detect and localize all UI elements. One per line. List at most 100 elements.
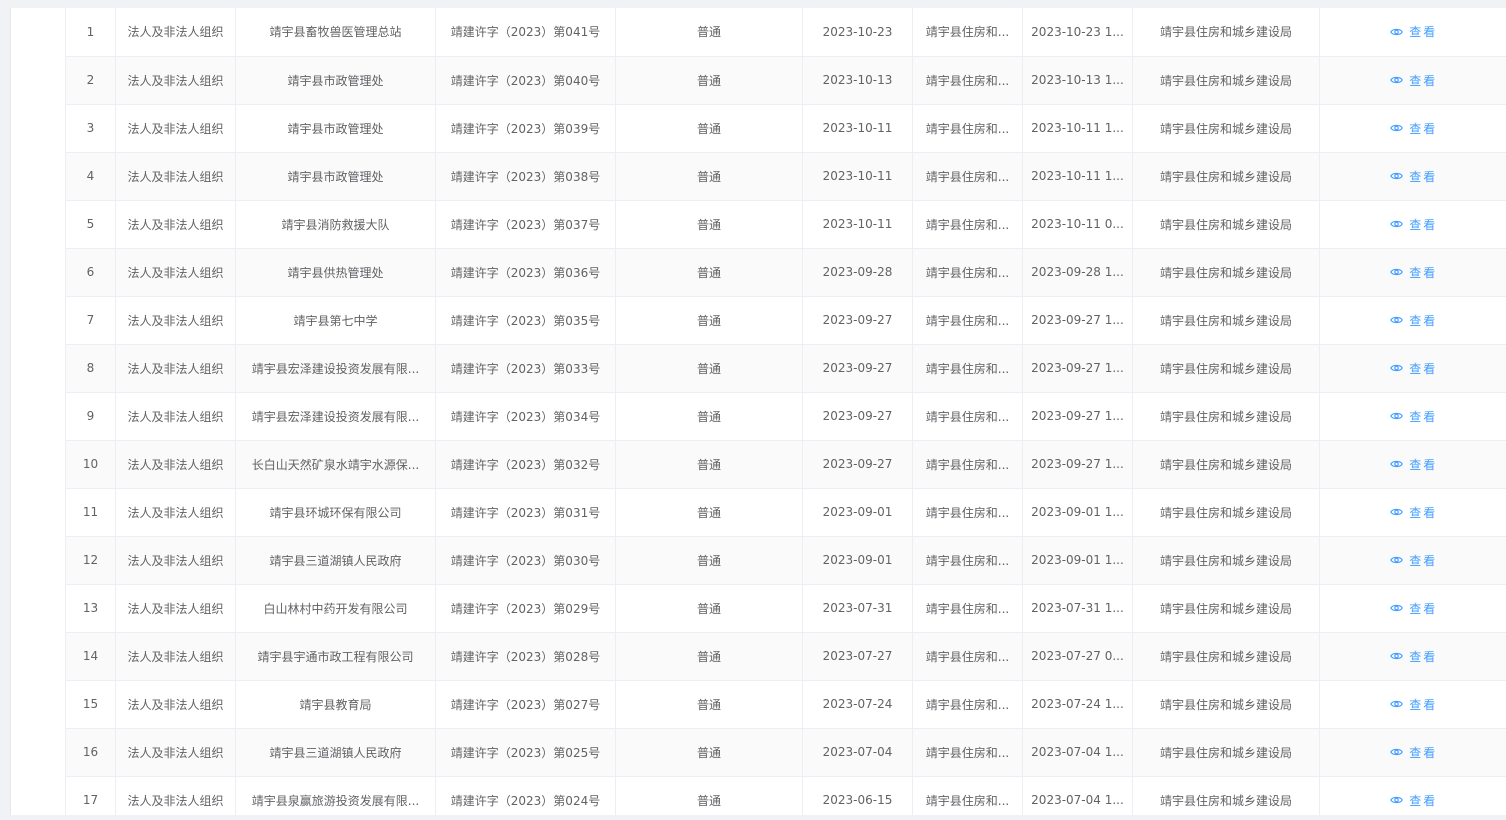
department: 靖宇县住房和城乡建设局: [1132, 296, 1320, 345]
permit-number: 靖建许字（2023）第030号: [435, 536, 616, 585]
issuing-org: 靖宇县住房和...: [912, 392, 1023, 441]
update-time: 2023-10-11 1...: [1022, 152, 1133, 201]
eye-icon: [1390, 219, 1404, 229]
department: 靖宇县住房和城乡建设局: [1132, 8, 1320, 57]
view-button[interactable]: 查看: [1390, 168, 1437, 185]
view-button[interactable]: 查看: [1390, 600, 1437, 617]
table-row: 14 法人及非法人组织 靖宇县宇通市政工程有限公司 靖建许字（2023）第028…: [65, 632, 1506, 681]
view-button[interactable]: 查看: [1390, 408, 1437, 425]
view-button[interactable]: 查看: [1390, 216, 1437, 233]
table-row: 12 法人及非法人组织 靖宇县三道湖镇人民政府 靖建许字（2023）第030号 …: [65, 536, 1506, 585]
eye-icon: [1390, 267, 1404, 277]
view-button[interactable]: 查看: [1390, 456, 1437, 473]
decision-date: 2023-09-01: [802, 488, 913, 537]
table-row: 4 法人及非法人组织 靖宇县市政管理处 靖建许字（2023）第038号 普通 2…: [65, 152, 1506, 201]
permit-category: 普通: [615, 56, 803, 105]
view-button[interactable]: 查看: [1390, 552, 1437, 569]
view-button[interactable]: 查看: [1390, 696, 1437, 713]
decision-date: 2023-09-27: [802, 440, 913, 489]
department: 靖宇县住房和城乡建设局: [1132, 584, 1320, 633]
update-time: 2023-07-27 0...: [1022, 632, 1133, 681]
view-button[interactable]: 查看: [1390, 312, 1437, 329]
permit-category: 普通: [615, 392, 803, 441]
row-number: 11: [65, 488, 116, 537]
decision-date: 2023-06-15: [802, 776, 913, 815]
view-label: 查看: [1409, 217, 1438, 232]
issuing-org: 靖宇县住房和...: [912, 8, 1023, 57]
table-row: 15 法人及非法人组织 靖宇县教育局 靖建许字（2023）第027号 普通 20…: [65, 680, 1506, 729]
decision-date: 2023-10-23: [802, 8, 913, 57]
applicant-type: 法人及非法人组织: [115, 536, 236, 585]
row-number: 13: [65, 584, 116, 633]
permit-category: 普通: [615, 488, 803, 537]
permit-number: 靖建许字（2023）第024号: [435, 776, 616, 815]
update-time: 2023-07-24 1...: [1022, 680, 1133, 729]
action-cell: 查看: [1319, 248, 1506, 297]
applicant-type: 法人及非法人组织: [115, 488, 236, 537]
issuing-org: 靖宇县住房和...: [912, 776, 1023, 815]
row-number: 3: [65, 104, 116, 153]
row-number: 7: [65, 296, 116, 345]
decision-date: 2023-10-11: [802, 104, 913, 153]
applicant-name: 靖宇县畜牧兽医管理总站: [235, 8, 436, 57]
applicant-type: 法人及非法人组织: [115, 584, 236, 633]
applicant-name: 靖宇县教育局: [235, 680, 436, 729]
update-time: 2023-10-11 1...: [1022, 104, 1133, 153]
issuing-org: 靖宇县住房和...: [912, 584, 1023, 633]
decision-date: 2023-09-27: [802, 296, 913, 345]
view-button[interactable]: 查看: [1390, 504, 1437, 521]
action-cell: 查看: [1319, 152, 1506, 201]
records-table: 1 法人及非法人组织 靖宇县畜牧兽医管理总站 靖建许字（2023）第041号 普…: [65, 8, 1506, 815]
update-time: 2023-07-04 1...: [1022, 728, 1133, 777]
view-label: 查看: [1409, 169, 1438, 184]
department: 靖宇县住房和城乡建设局: [1132, 680, 1320, 729]
applicant-type: 法人及非法人组织: [115, 440, 236, 489]
applicant-name: 靖宇县市政管理处: [235, 104, 436, 153]
view-label: 查看: [1409, 265, 1438, 280]
permit-number: 靖建许字（2023）第028号: [435, 632, 616, 681]
applicant-type: 法人及非法人组织: [115, 392, 236, 441]
view-button[interactable]: 查看: [1390, 648, 1437, 665]
applicant-type: 法人及非法人组织: [115, 8, 236, 57]
eye-icon: [1390, 795, 1404, 805]
table-row: 6 法人及非法人组织 靖宇县供热管理处 靖建许字（2023）第036号 普通 2…: [65, 248, 1506, 297]
action-cell: 查看: [1319, 728, 1506, 777]
view-label: 查看: [1409, 505, 1438, 520]
view-label: 查看: [1409, 793, 1438, 808]
view-label: 查看: [1409, 553, 1438, 568]
applicant-name: 靖宇县泉赢旅游投资发展有限...: [235, 776, 436, 815]
action-cell: 查看: [1319, 776, 1506, 815]
view-button[interactable]: 查看: [1390, 72, 1437, 89]
eye-icon: [1390, 411, 1404, 421]
permit-number: 靖建许字（2023）第033号: [435, 344, 616, 393]
view-label: 查看: [1409, 649, 1438, 664]
applicant-type: 法人及非法人组织: [115, 200, 236, 249]
row-number: 9: [65, 392, 116, 441]
view-button[interactable]: 查看: [1390, 264, 1437, 281]
table-row: 3 法人及非法人组织 靖宇县市政管理处 靖建许字（2023）第039号 普通 2…: [65, 104, 1506, 153]
applicant-name: 靖宇县供热管理处: [235, 248, 436, 297]
update-time: 2023-07-31 1...: [1022, 584, 1133, 633]
row-number: 17: [65, 776, 116, 815]
eye-icon: [1390, 27, 1404, 37]
issuing-org: 靖宇县住房和...: [912, 440, 1023, 489]
table-row: 16 法人及非法人组织 靖宇县三道湖镇人民政府 靖建许字（2023）第025号 …: [65, 728, 1506, 777]
view-button[interactable]: 查看: [1390, 23, 1437, 40]
view-label: 查看: [1409, 313, 1438, 328]
issuing-org: 靖宇县住房和...: [912, 104, 1023, 153]
applicant-type: 法人及非法人组织: [115, 248, 236, 297]
permit-category: 普通: [615, 776, 803, 815]
view-button[interactable]: 查看: [1390, 360, 1437, 377]
view-button[interactable]: 查看: [1390, 744, 1437, 761]
applicant-name: 靖宇县市政管理处: [235, 56, 436, 105]
permit-category: 普通: [615, 536, 803, 585]
view-label: 查看: [1409, 697, 1438, 712]
issuing-org: 靖宇县住房和...: [912, 344, 1023, 393]
department: 靖宇县住房和城乡建设局: [1132, 392, 1320, 441]
update-time: 2023-09-28 1...: [1022, 248, 1133, 297]
department: 靖宇县住房和城乡建设局: [1132, 344, 1320, 393]
update-time: 2023-10-23 1...: [1022, 8, 1133, 57]
view-button[interactable]: 查看: [1390, 120, 1437, 137]
view-button[interactable]: 查看: [1390, 792, 1437, 809]
issuing-org: 靖宇县住房和...: [912, 248, 1023, 297]
